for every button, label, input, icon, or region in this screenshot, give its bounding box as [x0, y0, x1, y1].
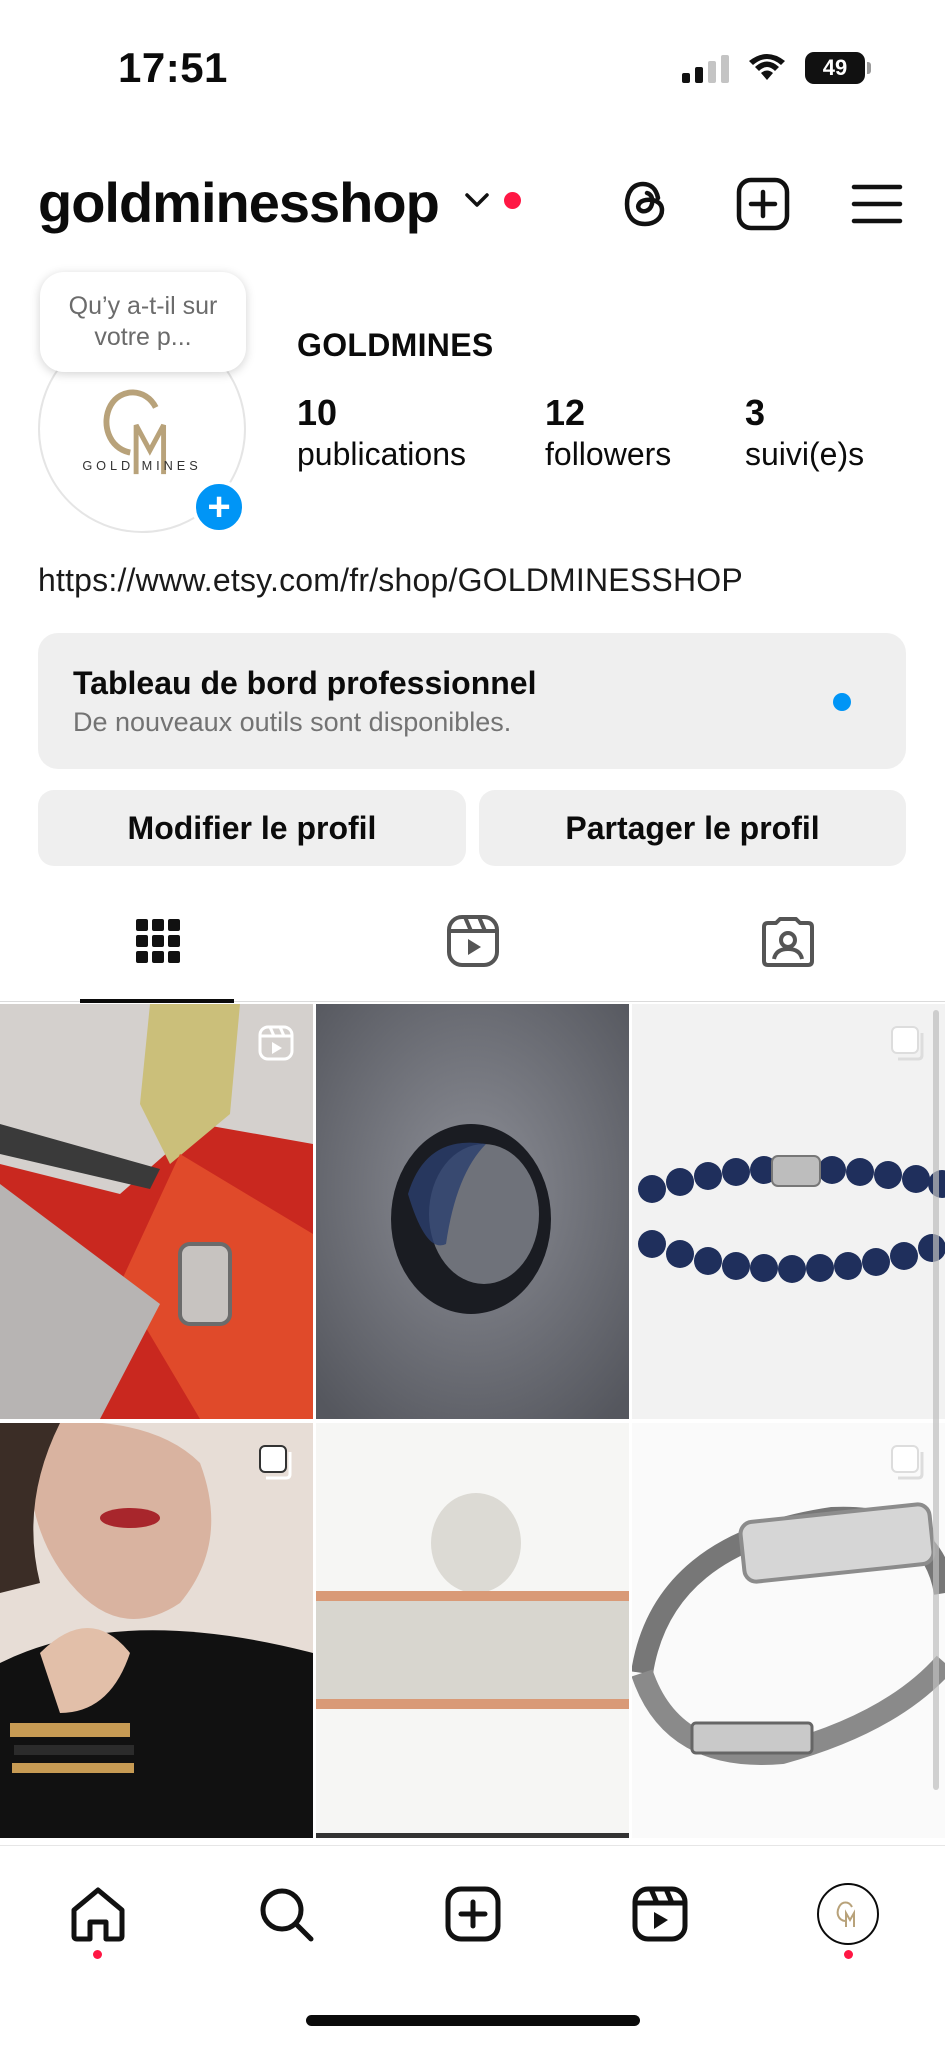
carousel-icon — [889, 1024, 927, 1062]
threads-icon[interactable] — [616, 174, 676, 234]
carousel-icon — [889, 1443, 927, 1481]
posts-grid — [0, 1004, 945, 1844]
home-notification-dot — [93, 1950, 102, 1959]
grid-scrollbar[interactable] — [933, 1010, 939, 1790]
stat-label: followers — [545, 436, 672, 472]
notification-dot — [504, 192, 521, 209]
profile-notification-dot — [844, 1950, 853, 1959]
post-image — [316, 1423, 629, 1838]
share-profile-button[interactable]: Partager le profil — [479, 790, 906, 866]
stat-label: publications — [297, 436, 466, 472]
svg-text:GOLD MINES: GOLD MINES — [82, 458, 201, 473]
nav-home[interactable] — [60, 1876, 136, 1952]
display-name: GOLDMINES — [297, 327, 494, 363]
carousel-icon — [257, 1443, 295, 1481]
tab-posts-grid[interactable] — [0, 880, 315, 1003]
stat-value: 3 — [745, 392, 766, 433]
stat-value: 12 — [545, 392, 586, 433]
profile-header: goldminesshop — [0, 160, 945, 240]
profile-avatar — [817, 1883, 879, 1945]
add-story-plus-icon[interactable]: + — [192, 480, 246, 534]
search-icon — [260, 1888, 314, 1942]
active-tab-underline — [80, 999, 234, 1003]
stat-followers[interactable]: 12 followers — [545, 392, 671, 473]
post-thumbnail[interactable] — [316, 1423, 629, 1838]
post-image — [0, 1004, 313, 1419]
post-image — [632, 1423, 945, 1838]
dashboard-title: Tableau de bord professionnel — [73, 665, 537, 701]
battery-icon: 49 — [805, 52, 871, 84]
post-image — [0, 1423, 313, 1838]
battery-level: 49 — [822, 55, 848, 80]
home-indicator[interactable] — [306, 2015, 640, 2026]
account-username[interactable]: goldminesshop — [38, 170, 440, 235]
grid-icon — [135, 919, 180, 963]
tab-tagged[interactable] — [630, 880, 945, 1002]
home-icon — [71, 1887, 125, 1942]
post-thumbnail[interactable] — [316, 1004, 629, 1419]
nav-reels[interactable] — [622, 1876, 698, 1952]
post-thumbnail[interactable] — [0, 1004, 313, 1419]
menu-hamburger-icon[interactable] — [847, 174, 907, 234]
create-icon — [445, 1886, 501, 1942]
nav-create[interactable] — [435, 1876, 511, 1952]
stat-label: suivi(e)s — [745, 436, 865, 472]
edit-profile-button[interactable]: Modifier le profil — [38, 790, 466, 866]
post-image — [316, 1004, 629, 1419]
stat-following[interactable]: 3 suivi(e)s — [745, 392, 864, 473]
stat-value: 10 — [297, 392, 338, 433]
post-thumbnail[interactable] — [0, 1423, 313, 1838]
post-image — [632, 1004, 945, 1419]
nav-profile[interactable] — [810, 1876, 886, 1952]
status-bar: 17:51 49 — [0, 0, 945, 110]
post-thumbnail[interactable] — [632, 1423, 945, 1838]
chevron-down-icon[interactable] — [463, 190, 491, 210]
wifi-icon — [749, 54, 785, 80]
reels-icon — [446, 915, 499, 967]
tab-reels[interactable] — [315, 880, 630, 1002]
professional-dashboard-card[interactable]: Tableau de bord professionnel De nouveau… — [38, 633, 906, 769]
dashboard-new-dot — [833, 693, 851, 711]
create-plus-icon[interactable] — [733, 174, 793, 234]
tagged-icon — [761, 917, 814, 967]
cellular-signal-icon — [682, 53, 729, 83]
post-thumbnail[interactable] — [632, 1004, 945, 1419]
status-time: 17:51 — [118, 44, 228, 91]
bio-link[interactable]: https://www.etsy.com/fr/shop/GOLDMINESSH… — [38, 562, 743, 599]
status-icons: 49 — [682, 52, 871, 84]
nav-search[interactable] — [248, 1876, 324, 1952]
dashboard-subtitle: De nouveaux outils sont disponibles. — [73, 707, 512, 737]
note-bubble[interactable]: Qu’y a-t-il sur votre p... — [40, 272, 246, 372]
reels-icon — [632, 1886, 688, 1942]
reel-icon — [257, 1024, 295, 1062]
stat-publications[interactable]: 10 publications — [297, 392, 466, 473]
profile-tabs — [0, 880, 945, 1003]
